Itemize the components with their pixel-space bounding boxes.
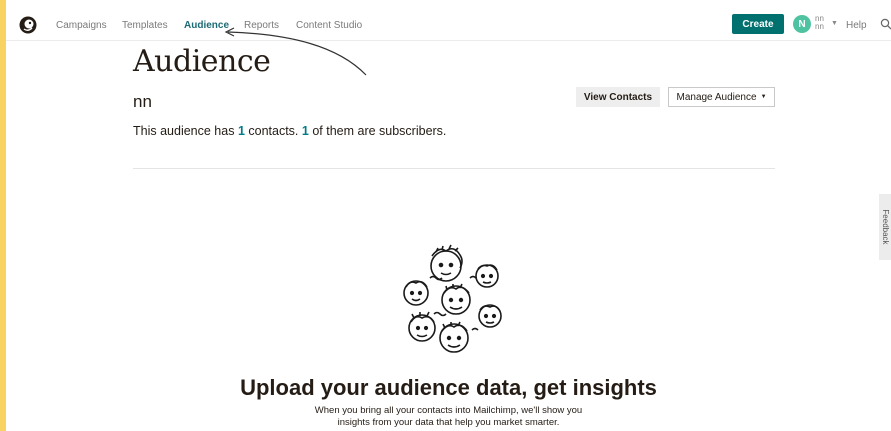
create-button[interactable]: Create [732,14,784,34]
insights-description-line2: insights from your data that help you ma… [337,417,560,428]
view-contacts-button[interactable]: View Contacts [576,87,660,107]
audience-summary: This audience has 1 contacts. 1 of them … [133,124,446,138]
subscribers-count-link[interactable]: 1 [302,124,309,138]
contacts-count-link[interactable]: 1 [238,124,245,138]
help-link[interactable]: Help [846,20,867,31]
annotation-arrow-icon [224,27,367,76]
audience-faces-illustration [403,244,502,353]
user-name[interactable]: nn nn [815,15,829,31]
manage-audience-label: Manage Audience [676,91,757,103]
avatar[interactable]: N [793,15,811,33]
insights-title: Upload your audience data, get insights [240,375,657,400]
summary-suffix: of them are subscribers. [312,124,447,138]
manage-audience-button[interactable]: Manage Audience ▼ [668,87,775,107]
summary-prefix: This audience has [133,124,235,138]
section-divider [133,168,775,169]
search-icon[interactable] [880,18,891,30]
feedback-tab[interactable]: Feedback [879,194,891,260]
mailchimp-logo-icon[interactable] [18,15,38,35]
top-navigation: Campaigns Templates Audience Reports Con… [6,7,891,41]
chevron-down-icon[interactable]: ▼ [831,20,838,27]
insights-description: When you bring all your contacts into Ma… [6,405,891,429]
insights-description-line1: When you bring all your contacts into Ma… [314,405,583,416]
summary-middle: contacts. [248,124,299,138]
chevron-down-icon: ▼ [760,94,767,100]
feedback-label: Feedback [881,209,890,245]
user-name-line2: nn [815,22,824,31]
audience-name: nn [133,92,152,111]
app-frame: Campaigns Templates Audience Reports Con… [6,0,891,431]
nav-campaigns[interactable]: Campaigns [56,20,107,31]
nav-templates[interactable]: Templates [122,20,168,31]
